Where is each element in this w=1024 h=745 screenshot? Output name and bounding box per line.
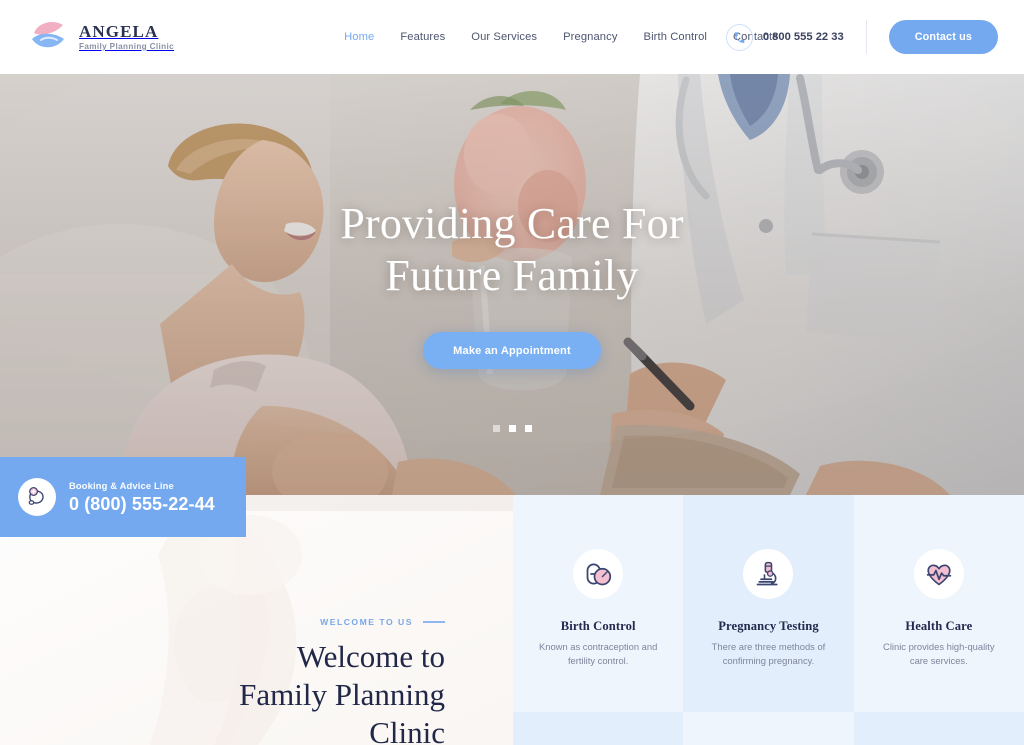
hero-title: Providing Care For Future Family xyxy=(340,202,683,298)
header-divider xyxy=(865,20,867,54)
booking-advice-banner[interactable]: Booking & Advice Line 0 (800) 555-22-44 xyxy=(0,457,246,537)
service-card-row2-2[interactable] xyxy=(683,712,854,745)
header-phone[interactable]: 0 800 555 22 33 xyxy=(725,23,844,51)
main-navigation: Home Features Our Services Pregnancy Bir… xyxy=(344,31,778,43)
service-card-pregnancy-testing[interactable]: Pregnancy Testing There are three method… xyxy=(683,495,854,712)
hero-title-line-1: Providing Care For xyxy=(340,199,684,248)
welcome-text-block: WELCOME TO US Welcome to Family Planning… xyxy=(239,617,445,745)
service-title: Pregnancy Testing xyxy=(718,619,819,633)
service-title: Health Care xyxy=(905,619,973,633)
header-phone-number: 0 800 555 22 33 xyxy=(762,31,844,43)
site-header: ANGELA Family Planning Clinic Home Featu… xyxy=(0,0,1024,74)
hero-dot-1[interactable] xyxy=(492,425,500,432)
site-logo[interactable]: ANGELA Family Planning Clinic xyxy=(28,17,174,57)
pills-icon xyxy=(573,549,624,599)
welcome-title: Welcome to Family Planning Clinic xyxy=(239,638,445,745)
welcome-title-line-3: Clinic xyxy=(369,714,445,745)
logo-title: ANGELA xyxy=(79,21,159,41)
service-title: Birth Control xyxy=(560,619,636,633)
logo-tagline: Family Planning Clinic xyxy=(79,41,175,51)
hands-heart-logo-icon xyxy=(28,17,70,57)
nav-item-birth-control[interactable]: Birth Control xyxy=(644,31,707,43)
hero-title-line-2: Future Family xyxy=(385,251,639,300)
medical-phone-icon xyxy=(18,478,56,516)
service-card-birth-control[interactable]: Birth Control Known as contraception and… xyxy=(513,495,684,712)
welcome-dash-divider xyxy=(423,621,445,623)
booking-label: Booking & Advice Line xyxy=(69,479,174,491)
hero-slider-dots xyxy=(0,425,1024,432)
nav-item-our-services[interactable]: Our Services xyxy=(471,31,537,43)
service-description: Clinic provides high-quality care servic… xyxy=(883,641,995,666)
service-description: Known as contraception and fertility con… xyxy=(539,641,658,666)
hero-dot-2[interactable] xyxy=(508,425,516,432)
hero-slider: Providing Care For Future Family Make an… xyxy=(0,74,1024,495)
booking-phone-number: 0 (800) 555-22-44 xyxy=(69,493,215,514)
welcome-eyebrow-row: WELCOME TO US xyxy=(239,617,445,627)
welcome-title-line-1: Welcome to xyxy=(296,639,445,674)
hero-dot-3[interactable] xyxy=(524,425,532,432)
nav-item-features[interactable]: Features xyxy=(400,31,445,43)
heart-pulse-icon xyxy=(913,549,964,599)
service-card-row2-1[interactable] xyxy=(513,712,684,745)
contact-us-button[interactable]: Contact us xyxy=(888,20,998,54)
make-appointment-button[interactable]: Make an Appointment xyxy=(423,332,601,369)
phone-icon xyxy=(725,23,753,51)
header-actions: 0 800 555 22 33 Contact us xyxy=(725,0,998,74)
service-card-row2-3[interactable] xyxy=(853,712,1024,745)
landing-page: ANGELA Family Planning Clinic Home Featu… xyxy=(0,0,1024,745)
nav-item-home[interactable]: Home xyxy=(344,31,374,43)
microscope-icon xyxy=(743,549,794,599)
services-grid: Birth Control Known as contraception and… xyxy=(513,495,1024,745)
welcome-title-line-2: Family Planning xyxy=(239,676,445,712)
nav-item-pregnancy[interactable]: Pregnancy xyxy=(563,31,617,43)
service-description: There are three methods of confirming pr… xyxy=(711,641,826,666)
service-card-health-care[interactable]: Health Care Clinic provides high-quality… xyxy=(853,495,1024,712)
welcome-eyebrow: WELCOME TO US xyxy=(320,617,413,627)
